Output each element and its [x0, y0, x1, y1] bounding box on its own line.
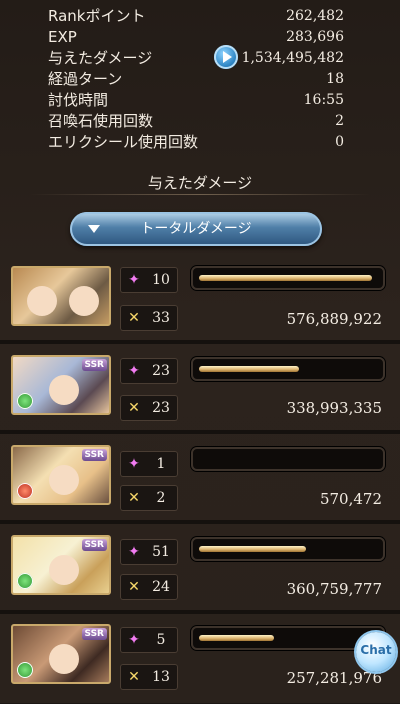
portrait-face	[49, 555, 79, 585]
stat-label: 経過ターン	[48, 70, 123, 88]
damage-bar-fill	[199, 546, 306, 552]
stat-value: 2	[335, 113, 344, 129]
stat-label: エリクシール使用回数	[48, 133, 199, 151]
fire-element-icon	[17, 483, 33, 499]
hit-count: 5	[156, 632, 166, 648]
divider	[0, 430, 400, 434]
damage-value: 570,472	[319, 490, 382, 508]
portrait-face	[49, 465, 79, 495]
hit-count-box: ✦ 51	[120, 539, 178, 565]
character-card: SSR ✦ 5 ✕ 13 257,281,976	[8, 620, 396, 704]
damage-bar	[191, 447, 385, 471]
character-portrait[interactable]	[11, 266, 111, 326]
crossed-swords-icon: ✕	[128, 490, 140, 506]
stat-label: EXP	[48, 28, 77, 46]
stat-rank-points: Rankポイント 262,482	[48, 6, 344, 26]
stat-turns: 経過ターン 18	[48, 69, 344, 89]
divider	[0, 340, 400, 344]
character-portrait[interactable]: SSR	[11, 535, 111, 595]
crossed-swords-icon: ✕	[128, 400, 140, 416]
ssr-badge: SSR	[81, 628, 107, 640]
stat-value: 18	[326, 71, 344, 87]
damage-bar	[191, 266, 385, 290]
wind-element-icon	[17, 573, 33, 589]
crit-count-box: ✕ 13	[120, 664, 178, 690]
star-sparkle-icon: ✦	[128, 363, 140, 379]
hit-count: 10	[152, 272, 170, 288]
crossed-swords-icon: ✕	[128, 579, 140, 595]
hit-count: 23	[152, 363, 170, 379]
portrait-face	[49, 644, 79, 674]
portrait-face	[27, 286, 57, 316]
damage-value: 360,759,777	[286, 580, 382, 598]
stat-value: 0	[335, 134, 344, 150]
portrait-face	[49, 375, 79, 405]
damage-bar	[191, 537, 385, 561]
crit-count-box: ✕ 33	[120, 305, 178, 331]
stat-value: 16:55	[303, 92, 344, 108]
damage-value: 338,993,335	[286, 399, 382, 417]
stat-time: 討伐時間 16:55	[48, 90, 344, 110]
star-sparkle-icon: ✦	[128, 632, 140, 648]
character-portrait[interactable]: SSR	[11, 355, 111, 415]
chat-button[interactable]: Chat	[356, 632, 396, 672]
character-card: SSR ✦ 1 ✕ 2 570,472	[8, 441, 396, 525]
character-card: SSR ✦ 23 ✕ 23 338,993,335	[8, 351, 396, 435]
damage-bar-fill	[199, 635, 274, 641]
wind-element-icon	[17, 662, 33, 678]
wind-element-icon	[17, 393, 33, 409]
damage-bar	[191, 357, 385, 381]
damage-type-dropdown[interactable]: トータルダメージ	[70, 212, 322, 246]
chat-label: Chat	[360, 643, 392, 657]
hit-count: 1	[156, 456, 166, 472]
crit-count-box: ✕ 23	[120, 395, 178, 421]
crit-count: 33	[152, 310, 170, 326]
damage-value: 576,889,922	[286, 310, 382, 328]
hit-count-box: ✦ 10	[120, 267, 178, 293]
stat-summons: 召喚石使用回数 2	[48, 111, 344, 131]
ssr-badge: SSR	[81, 449, 107, 461]
hit-count: 51	[152, 544, 170, 560]
divider	[0, 520, 400, 524]
hit-count-box: ✦ 1	[120, 451, 178, 477]
damage-bar-fill	[199, 366, 299, 372]
stat-label: 与えたダメージ	[48, 49, 153, 67]
stat-label: 召喚石使用回数	[48, 112, 154, 130]
crossed-swords-icon: ✕	[128, 310, 140, 326]
play-icon[interactable]	[214, 45, 238, 69]
ssr-badge: SSR	[81, 359, 107, 371]
stat-exp: EXP 283,696	[48, 27, 344, 47]
crit-count-box: ✕ 24	[120, 574, 178, 600]
character-card-team: ✦ 10 ✕ 33 576,889,922	[8, 262, 396, 346]
damage-value: 257,281,976	[286, 669, 382, 687]
section-title: 与えたダメージ	[147, 174, 253, 192]
hit-count-box: ✦ 5	[120, 627, 178, 653]
stat-elixir: エリクシール使用回数 0	[48, 132, 344, 152]
star-sparkle-icon: ✦	[128, 544, 140, 560]
crit-count-box: ✕ 2	[120, 485, 178, 511]
divider	[30, 194, 370, 195]
stat-value: 262,482	[286, 8, 344, 24]
stat-value: 283,696	[286, 29, 344, 45]
star-sparkle-icon: ✦	[128, 272, 140, 288]
character-card: SSR ✦ 51 ✕ 24 360,759,777	[8, 531, 396, 615]
dropdown-label: トータルダメージ	[140, 221, 252, 237]
damage-bar-fill	[199, 275, 372, 281]
crit-count: 13	[152, 669, 170, 685]
stat-value: 1,534,495,482	[241, 50, 344, 66]
crit-count: 2	[156, 490, 166, 506]
portrait-face	[69, 286, 99, 316]
hit-count-box: ✦ 23	[120, 358, 178, 384]
crit-count: 23	[152, 400, 170, 416]
divider	[0, 610, 400, 614]
stat-label: 討伐時間	[48, 91, 109, 109]
crit-count: 24	[152, 579, 170, 595]
crossed-swords-icon: ✕	[128, 669, 140, 685]
character-portrait[interactable]: SSR	[11, 445, 111, 505]
character-portrait[interactable]: SSR	[11, 624, 111, 684]
stat-label: Rankポイント	[48, 7, 146, 25]
ssr-badge: SSR	[81, 539, 107, 551]
star-sparkle-icon: ✦	[128, 456, 140, 472]
stat-damage: 与えたダメージ 1,534,495,482	[48, 48, 344, 68]
